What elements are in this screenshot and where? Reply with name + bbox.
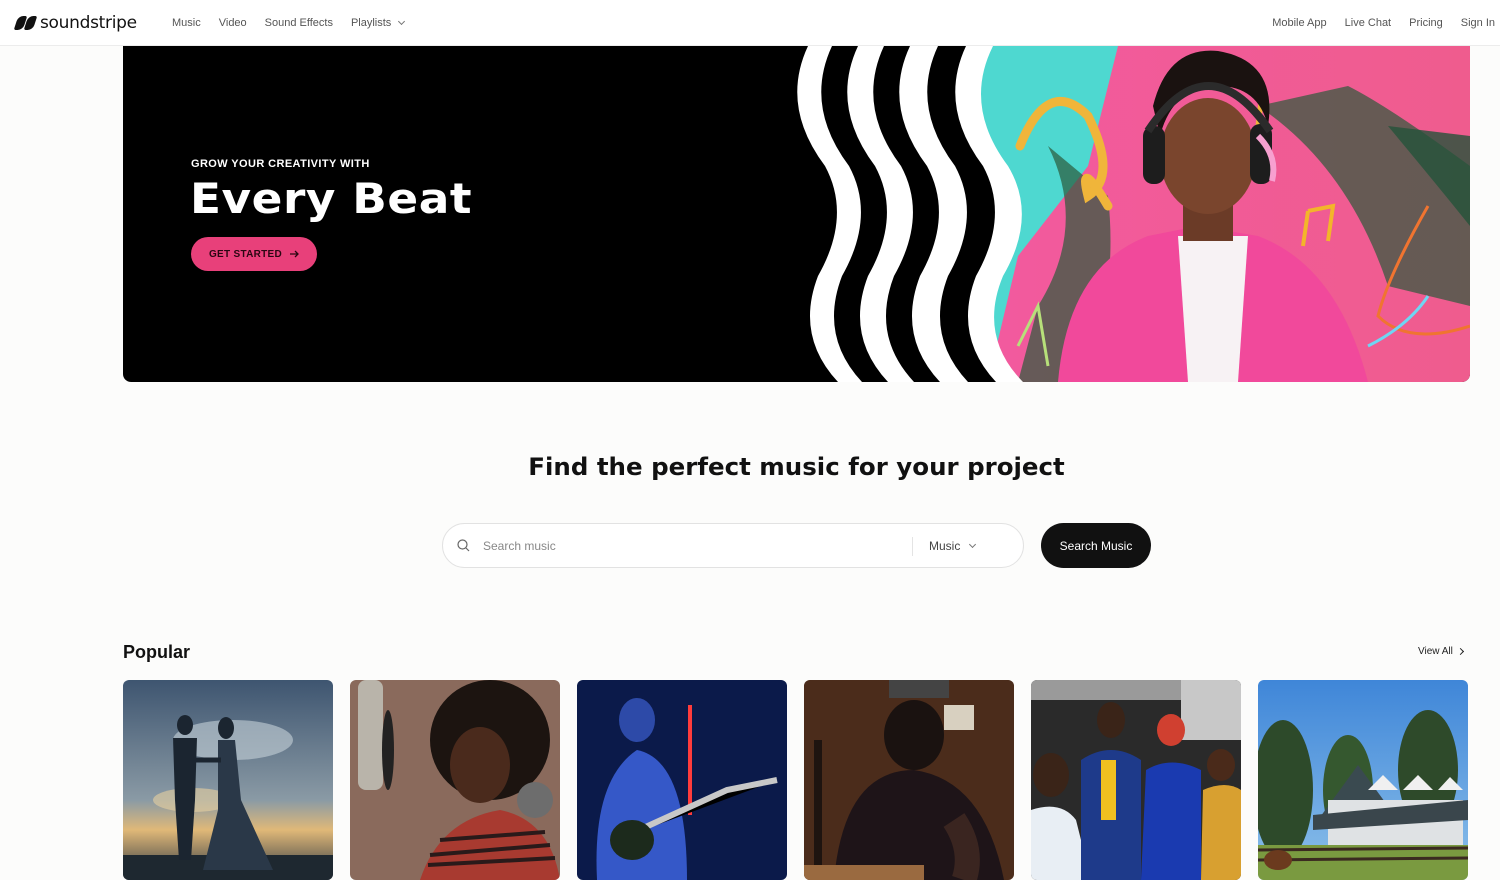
nav-playlists[interactable]: Playlists — [350, 17, 406, 29]
nav-pricing[interactable]: Pricing — [1409, 17, 1443, 29]
nav-sound-effects[interactable]: Sound Effects — [265, 17, 333, 29]
nav-video[interactable]: Video — [219, 17, 247, 29]
search-icon — [457, 539, 470, 552]
search-type-value: Music — [929, 538, 961, 553]
hero-title: Every Beat — [190, 174, 473, 223]
search-type-select[interactable]: Music — [929, 524, 977, 567]
nav-mobile-app[interactable]: Mobile App — [1272, 17, 1326, 29]
card-image — [123, 680, 333, 880]
hero-eyebrow: GROW YOUR CREATIVITY WITH — [191, 158, 370, 170]
view-all-link[interactable]: View All — [1418, 646, 1464, 657]
popular-section-title: Popular — [123, 642, 191, 662]
card-image — [804, 680, 1014, 880]
popular-card-office[interactable] — [1031, 680, 1241, 880]
nav-live-chat[interactable]: Live Chat — [1345, 17, 1391, 29]
search-section-title: Find the perfect music for your project — [528, 453, 1065, 481]
secondary-nav: Mobile App Live Chat Pricing Sign In — [1272, 0, 1495, 46]
hero-banner: GROW YOUR CREATIVITY WITH Every Beat GET… — [123, 46, 1470, 382]
card-image — [350, 680, 560, 880]
popular-card-farmhouse[interactable] — [1258, 680, 1468, 880]
card-image — [1258, 680, 1468, 880]
search-music-button[interactable]: Search Music — [1041, 523, 1151, 568]
nav-music[interactable]: Music — [172, 17, 201, 29]
view-all-label: View All — [1418, 646, 1453, 657]
get-started-label: GET STARTED — [208, 248, 283, 260]
search-bar: Music — [442, 523, 1024, 568]
logo-text: soundstripe — [40, 13, 137, 33]
chevron-right-icon — [1456, 647, 1464, 656]
popular-card-headphones[interactable] — [804, 680, 1014, 880]
get-started-button[interactable]: GET STARTED — [191, 237, 317, 271]
primary-nav: Music Video Sound Effects Playlists — [172, 0, 406, 46]
top-navigation: soundstripe Music Video Sound Effects Pl… — [0, 0, 1500, 46]
popular-cards — [123, 680, 1468, 880]
nav-sign-in[interactable]: Sign In — [1461, 17, 1495, 29]
chevron-down-icon — [969, 540, 977, 548]
nav-playlists-label: Playlists — [350, 17, 392, 29]
arrow-right-icon — [290, 250, 299, 258]
card-image — [577, 680, 787, 880]
logo-mark-icon — [13, 15, 38, 31]
popular-card-singer[interactable] — [350, 680, 560, 880]
hero-image — [788, 46, 1470, 382]
chevron-down-icon — [398, 17, 406, 26]
popular-card-guitarist[interactable] — [577, 680, 787, 880]
soundstripe-logo[interactable]: soundstripe — [13, 13, 137, 33]
card-image — [1031, 680, 1241, 880]
search-input[interactable] — [483, 536, 903, 556]
popular-card-wedding[interactable] — [123, 680, 333, 880]
search-divider — [912, 537, 913, 556]
